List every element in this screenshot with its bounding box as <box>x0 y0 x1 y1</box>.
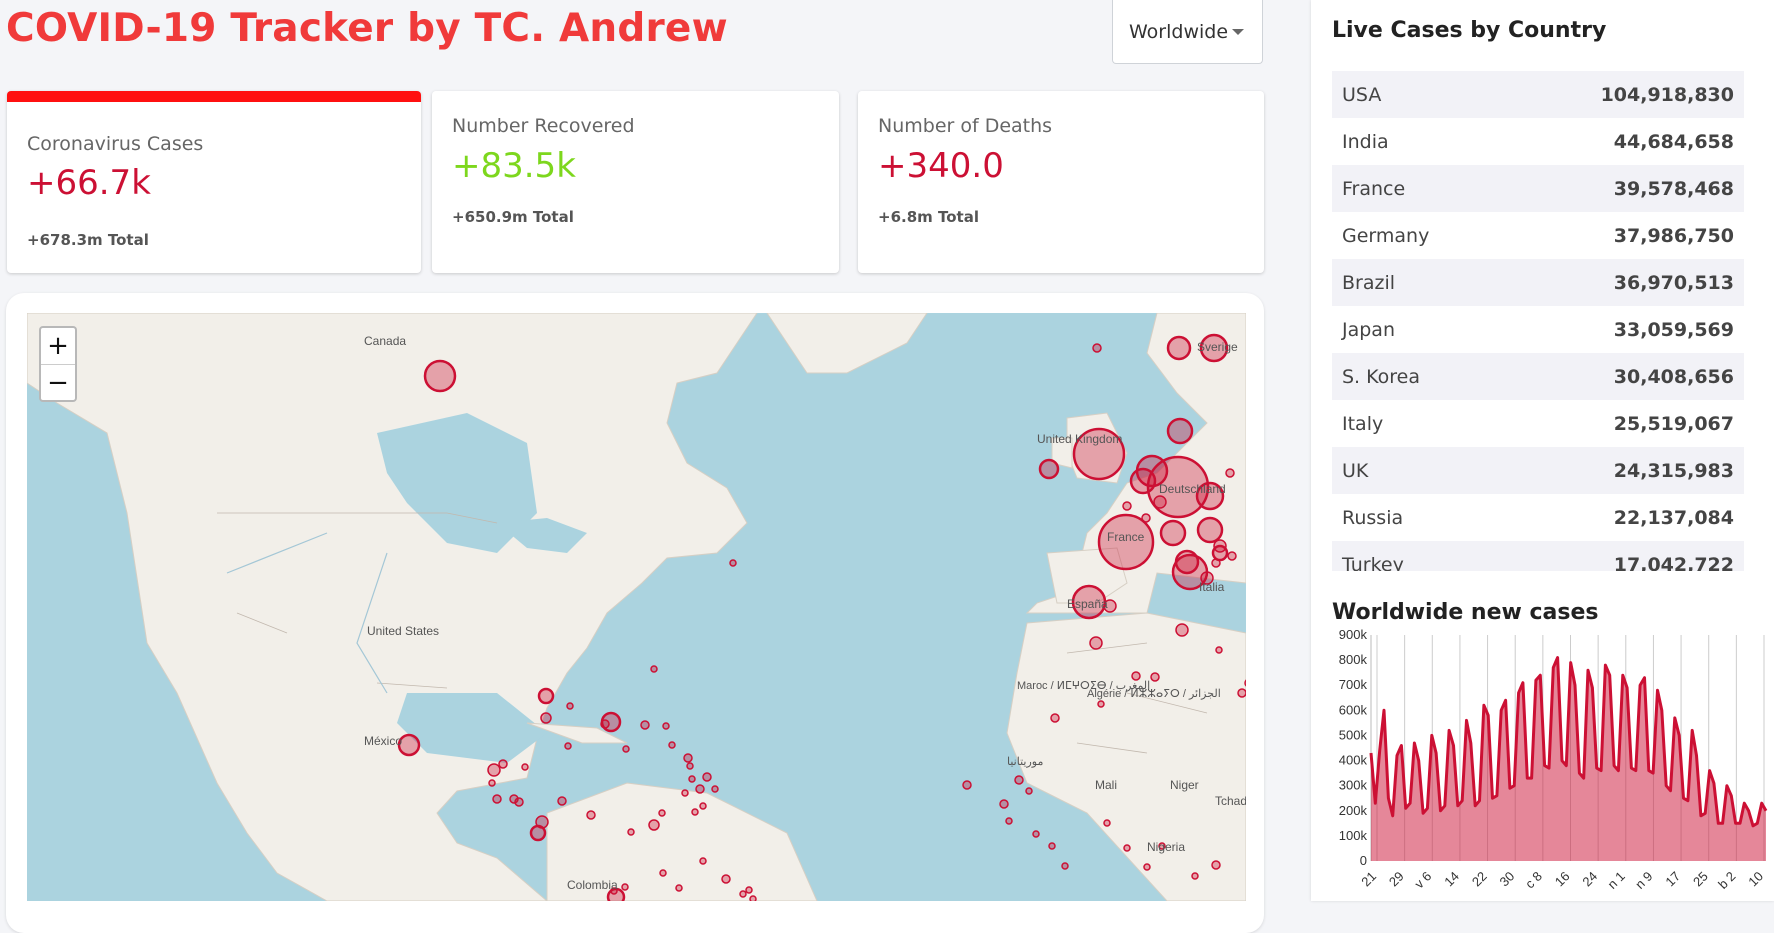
y-tick-label: 900k <box>1339 627 1368 642</box>
map-label-algerie: Algérie / ⵍⵣⵣⴰⵢⵔ / الجزائر <box>1087 688 1221 700</box>
x-tick-label: 16 <box>1552 869 1573 890</box>
country-cases: 24,315,983 <box>1613 459 1734 482</box>
x-tick-label: v 6 <box>1412 869 1435 892</box>
x-tick-label: n 1 <box>1605 869 1628 892</box>
table-row: Russia 22,137,084 <box>1332 494 1744 541</box>
deaths-card[interactable]: Number of Deaths +340.0 +6.8m Total <box>858 91 1264 273</box>
country-cases: 25,519,067 <box>1613 412 1734 435</box>
zoom-control: + − <box>39 326 77 402</box>
map-label-tchad: Tchad <box>1215 794 1246 808</box>
deaths-card-title: Number of Deaths <box>878 115 1053 137</box>
zoom-out-button[interactable]: − <box>41 365 75 401</box>
y-tick-label: 700k <box>1339 677 1368 692</box>
country-cases: 104,918,830 <box>1600 83 1734 106</box>
country-cases: 39,578,468 <box>1613 177 1734 200</box>
x-tick-label: 14 <box>1441 869 1462 890</box>
zoom-in-button[interactable]: + <box>41 328 75 365</box>
map-label-italia: Italia <box>1199 580 1225 594</box>
map-label-sverige: Sverige <box>1197 340 1238 354</box>
table-row: India 44,684,658 <box>1332 118 1744 165</box>
x-tick-label: 30 <box>1496 869 1517 890</box>
map-labels: Canada United States México United Kingd… <box>364 334 1246 892</box>
recovered-card-today: +83.5k <box>452 146 576 186</box>
x-tick-label: 22 <box>1469 869 1490 890</box>
y-tick-label: 600k <box>1339 702 1368 717</box>
country-name: India <box>1342 130 1389 153</box>
chevron-down-icon <box>1232 29 1244 35</box>
y-tick-label: 0 <box>1360 853 1367 868</box>
table-row: S. Korea 30,408,656 <box>1332 353 1744 400</box>
live-cases-title: Live Cases by Country <box>1332 18 1607 43</box>
right-panel: Live Cases by Country USA 104,918,830 Indi… <box>1311 0 1774 901</box>
map-label-deutschland: Deutschland <box>1159 482 1226 496</box>
country-cases: 37,986,750 <box>1613 224 1734 247</box>
live-cases-table[interactable]: USA 104,918,830 India 44,684,658 France 39,57… <box>1332 71 1744 571</box>
x-tick-label: n 9 <box>1632 869 1655 892</box>
x-tick-label: 24 <box>1579 869 1600 890</box>
map-label-united-states: United States <box>367 624 439 638</box>
map-label-france: France <box>1107 530 1145 544</box>
country-name: Japan <box>1342 318 1395 341</box>
world-map[interactable]: + − Canada United States México United K… <box>27 313 1246 901</box>
table-row: UK 24,315,983 <box>1332 447 1744 494</box>
country-cases: 22,137,084 <box>1613 506 1734 529</box>
table-row: Turkey 17,042,722 <box>1332 541 1744 571</box>
country-cases: 36,970,513 <box>1613 271 1734 294</box>
country-cases: 30,408,656 <box>1613 365 1734 388</box>
map-label-mauritania: موريتانيا <box>1007 756 1043 768</box>
deaths-card-total: +6.8m Total <box>878 208 979 226</box>
app-title: COVID-19 Tracker by TC. Andrew <box>6 6 728 51</box>
map-label-colombia: Colombia <box>567 878 618 892</box>
y-tick-label: 400k <box>1339 753 1368 768</box>
cases-card-title: Coronavirus Cases <box>27 133 204 155</box>
country-name: USA <box>1342 83 1382 106</box>
deaths-card-today: +340.0 <box>878 146 1004 186</box>
map-label-nigeria: Nigeria <box>1147 840 1185 854</box>
country-select-value: Worldwide <box>1129 20 1229 43</box>
country-select[interactable]: Worldwide <box>1112 0 1263 64</box>
x-tick-label: c 8 <box>1522 869 1545 892</box>
country-name: France <box>1342 177 1406 200</box>
table-row: USA 104,918,830 <box>1332 71 1744 118</box>
y-tick-label: 100k <box>1339 828 1368 843</box>
y-tick-label: 300k <box>1339 778 1368 793</box>
country-cases: 44,684,658 <box>1613 130 1734 153</box>
y-tick-label: 800k <box>1339 652 1368 667</box>
cases-card-total: +678.3m Total <box>27 231 149 249</box>
x-tick-label: 21 <box>1358 869 1379 890</box>
map-label-mali: Mali <box>1095 778 1117 792</box>
table-row: France 39,578,468 <box>1332 165 1744 212</box>
country-name: Germany <box>1342 224 1430 247</box>
x-tick-label: 17 <box>1662 869 1683 890</box>
country-name: Turkey <box>1342 553 1404 572</box>
country-cases: 17,042,722 <box>1613 553 1734 572</box>
map-label-mexico: México <box>364 734 402 748</box>
y-tick-label: 500k <box>1339 727 1368 742</box>
x-tick-label: 10 <box>1745 869 1766 890</box>
country-name: UK <box>1342 459 1369 482</box>
x-tick-label: 29 <box>1386 869 1407 890</box>
x-tick-label: 25 <box>1690 869 1711 890</box>
table-row: Japan 33,059,569 <box>1332 306 1744 353</box>
map-label-canada: Canada <box>364 334 406 348</box>
recovered-card-total: +650.9m Total <box>452 208 574 226</box>
country-name: Italy <box>1342 412 1384 435</box>
map-label-united-kingdom: United Kingdom <box>1037 432 1122 446</box>
country-name: S. Korea <box>1342 365 1421 388</box>
recovered-card-title: Number Recovered <box>452 115 635 137</box>
table-row: Brazil 36,970,513 <box>1332 259 1744 306</box>
map-label-espana: España <box>1067 597 1108 611</box>
x-tick-label: b 2 <box>1715 869 1738 892</box>
country-cases: 33,059,569 <box>1613 318 1734 341</box>
cases-card[interactable]: Coronavirus Cases +66.7k +678.3m Total <box>7 91 421 273</box>
country-name: Brazil <box>1342 271 1396 294</box>
table-row: Germany 37,986,750 <box>1332 212 1744 259</box>
table-row: Italy 25,519,067 <box>1332 400 1744 447</box>
y-tick-label: 200k <box>1339 803 1368 818</box>
map-label-niger: Niger <box>1170 778 1199 792</box>
recovered-card[interactable]: Number Recovered +83.5k +650.9m Total <box>432 91 839 273</box>
country-name: Russia <box>1342 506 1404 529</box>
new-cases-chart: 0 100k 200k 300k 400k 500k 600k 700k 800k 900k 21 2… <box>1339 627 1768 892</box>
cases-card-today: +66.7k <box>27 163 151 203</box>
